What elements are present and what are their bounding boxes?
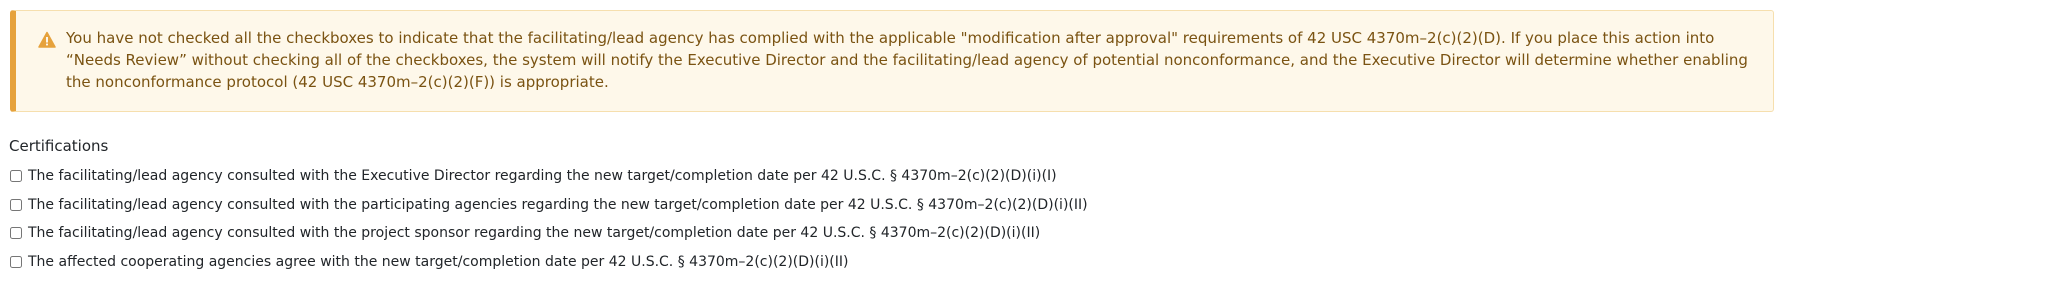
certification-item: The facilitating/lead agency consulted w… <box>9 191 1088 220</box>
certifications-list: The facilitating/lead agency consulted w… <box>9 162 1088 276</box>
certification-label[interactable]: The facilitating/lead agency consulted w… <box>28 223 1040 243</box>
certifications-heading: Certifications <box>9 137 109 155</box>
certification-checkbox-project-sponsor[interactable] <box>10 227 22 240</box>
alert-message: You have not checked all the checkboxes … <box>66 29 1748 91</box>
warning-alert: You have not checked all the checkboxes … <box>10 10 1774 112</box>
certification-label[interactable]: The facilitating/lead agency consulted w… <box>28 166 1057 186</box>
warning-triangle-icon <box>38 31 56 48</box>
certification-item: The affected cooperating agencies agree … <box>9 248 1088 277</box>
certification-checkbox-executive-director[interactable] <box>10 170 22 183</box>
certification-label[interactable]: The facilitating/lead agency consulted w… <box>28 195 1088 215</box>
certification-checkbox-cooperating-agencies[interactable] <box>10 255 22 268</box>
certification-item: The facilitating/lead agency consulted w… <box>9 162 1088 191</box>
certification-label[interactable]: The affected cooperating agencies agree … <box>28 252 848 272</box>
certification-checkbox-participating-agencies[interactable] <box>10 198 22 211</box>
certification-item: The facilitating/lead agency consulted w… <box>9 219 1088 248</box>
page: You have not checked all the checkboxes … <box>0 0 2048 296</box>
